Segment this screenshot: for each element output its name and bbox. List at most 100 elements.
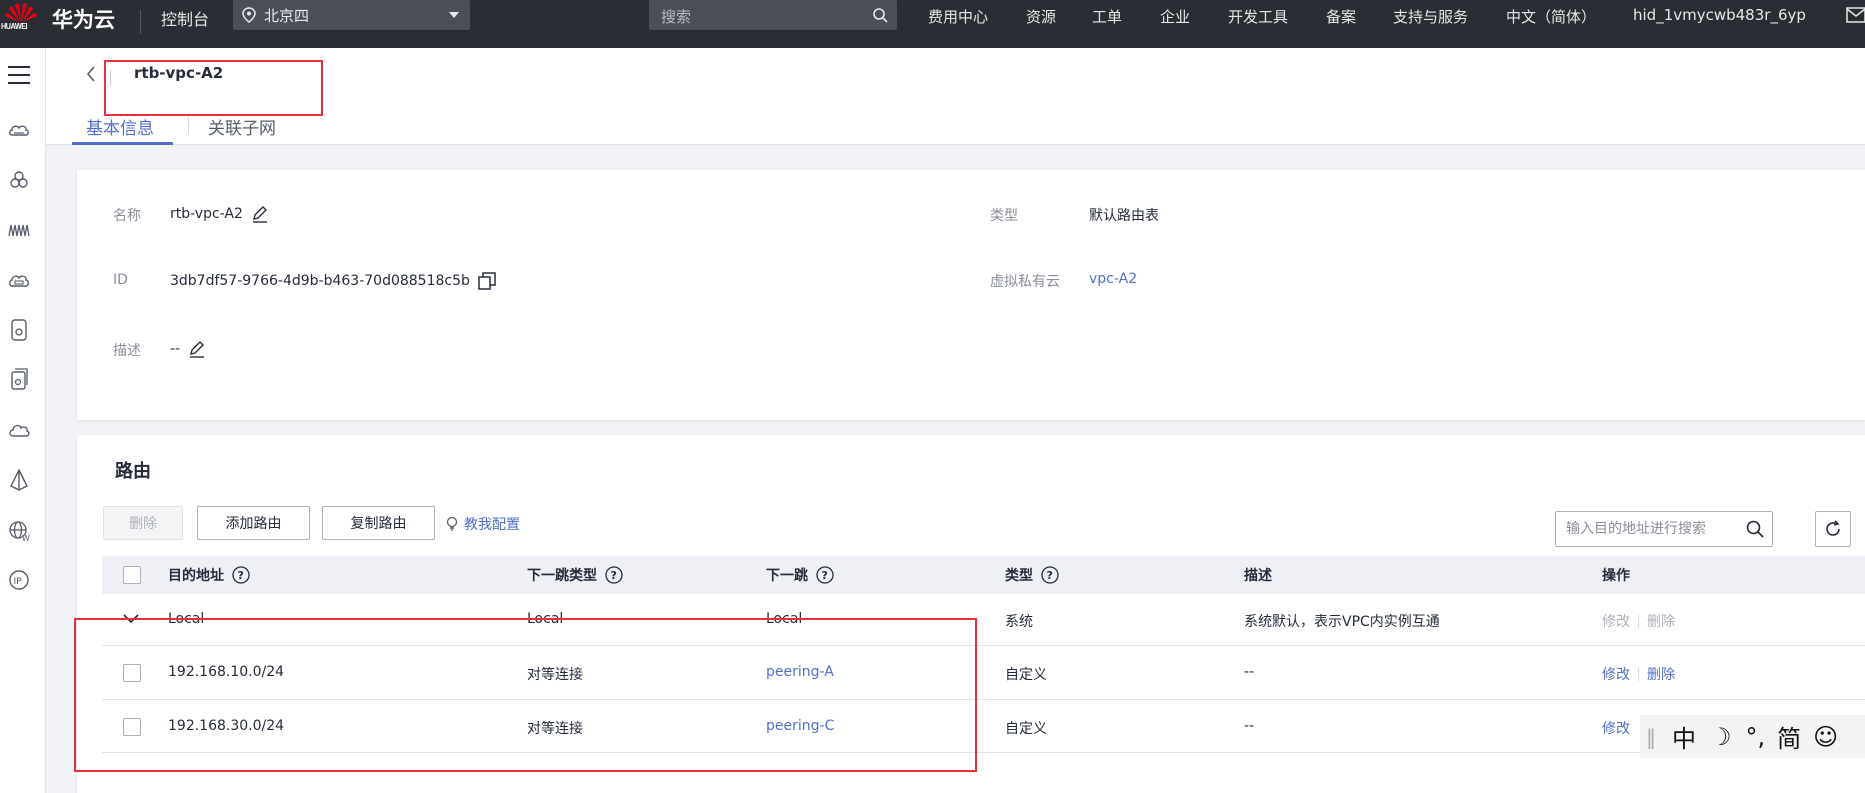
- next-hop-link[interactable]: peering-C: [766, 718, 834, 734]
- nav-resources[interactable]: 资源: [1026, 6, 1056, 27]
- back-icon[interactable]: [86, 66, 96, 87]
- delete-button[interactable]: 删除: [103, 506, 183, 540]
- menu-icon[interactable]: [4, 60, 34, 90]
- nav-support[interactable]: 支持与服务: [1393, 6, 1468, 27]
- col-description: 描述: [1244, 568, 1272, 584]
- cell-destination: 192.168.30.0/24: [168, 718, 285, 734]
- search-icon[interactable]: [872, 7, 888, 23]
- row-checkbox[interactable]: [123, 664, 141, 682]
- cloud-storage-icon[interactable]: [4, 265, 34, 295]
- search-icon[interactable]: [1746, 520, 1764, 538]
- id-text: 3db7df57-9766-4d9b-b463-70d088518c5b: [170, 273, 470, 289]
- moon-icon[interactable]: ☽: [1710, 723, 1732, 751]
- how-to-configure-text: 教我配置: [464, 517, 520, 533]
- delete-route-link[interactable]: 删除: [1647, 611, 1675, 631]
- region-label: 北京四: [264, 7, 310, 25]
- nav-icp-filing[interactable]: 备案: [1326, 6, 1356, 27]
- type-label: 类型: [990, 208, 1018, 224]
- edit-route-link[interactable]: 修改: [1602, 664, 1630, 684]
- nav-tickets[interactable]: 工单: [1092, 6, 1122, 27]
- logo-text: HUAWEI: [1, 22, 28, 31]
- svg-text:W: W: [22, 534, 30, 542]
- vpc-label: 虚拟私有云: [990, 274, 1060, 290]
- tab-basic-info[interactable]: 基本信息: [86, 114, 154, 139]
- page-header: rtb-vpc-A2 基本信息 关联子网: [46, 48, 1865, 145]
- brand-name[interactable]: 华为云: [52, 4, 115, 34]
- ime-mode[interactable]: 中: [1672, 719, 1696, 754]
- region-selector[interactable]: 北京四: [233, 0, 470, 30]
- refresh-icon: [1826, 520, 1840, 536]
- nav-enterprise[interactable]: 企业: [1160, 6, 1190, 27]
- col-next-hop-type: 下一跳类型 ?: [527, 565, 623, 585]
- console-link[interactable]: 控制台: [161, 6, 209, 30]
- service-sidebar: W IP: [0, 48, 46, 793]
- type-value: 默认路由表: [1089, 208, 1159, 224]
- next-hop-link[interactable]: peering-A: [766, 664, 834, 680]
- col-type: 类型 ?: [1005, 565, 1059, 585]
- add-route-button[interactable]: 添加路由: [197, 506, 310, 540]
- svg-text:?: ?: [822, 569, 828, 582]
- huawei-logo[interactable]: HUAWEI: [0, 0, 44, 48]
- nav-dev-tools[interactable]: 开发工具: [1228, 6, 1288, 27]
- route-search: [1555, 511, 1773, 547]
- description-value: --: [170, 340, 206, 358]
- route-search-input[interactable]: [1566, 518, 1736, 540]
- cluster-icon[interactable]: [4, 165, 34, 195]
- chevron-down-icon[interactable]: [123, 614, 139, 624]
- layers-icon[interactable]: [4, 465, 34, 495]
- description-label: 描述: [113, 343, 141, 359]
- nav-account[interactable]: hid_1vmycwb483r_6yp: [1633, 6, 1806, 24]
- cell-description: 系统默认，表示VPC内实例互通: [1244, 614, 1440, 630]
- cell-destination: 192.168.10.0/24: [168, 664, 285, 680]
- row-actions: 修改 删除: [1602, 611, 1675, 631]
- nav-billing[interactable]: 费用中心: [928, 6, 988, 27]
- cell-type: 自定义: [1005, 721, 1047, 737]
- ip-icon[interactable]: IP: [4, 565, 34, 595]
- cell-type: 系统: [1005, 614, 1033, 630]
- cloud-server-icon[interactable]: [4, 115, 34, 145]
- edit-icon[interactable]: [188, 340, 206, 358]
- ime-punctuation[interactable]: °,: [1746, 723, 1766, 751]
- help-icon[interactable]: ?: [1041, 566, 1059, 584]
- id-label: ID: [113, 272, 128, 288]
- cell-type: 自定义: [1005, 667, 1047, 683]
- database-icon[interactable]: [4, 364, 34, 394]
- description-text: --: [170, 341, 181, 357]
- id-value: 3db7df57-9766-4d9b-b463-70d088518c5b: [170, 272, 496, 290]
- ime-handle-icon[interactable]: ‖: [1646, 725, 1664, 749]
- nav-language[interactable]: 中文（简体）: [1506, 6, 1596, 27]
- copy-route-button[interactable]: 复制路由: [322, 506, 435, 540]
- name-text: rtb-vpc-A2: [170, 206, 243, 222]
- emoji-icon[interactable]: ☺: [1813, 723, 1838, 751]
- cell-next-hop: Local: [766, 611, 803, 627]
- ime-script[interactable]: 简: [1777, 719, 1801, 754]
- delete-route-link[interactable]: 删除: [1647, 664, 1675, 684]
- disk-icon[interactable]: [4, 315, 34, 345]
- row-checkbox[interactable]: [123, 718, 141, 736]
- edit-route-link[interactable]: 修改: [1602, 611, 1630, 631]
- tab-associated-subnets[interactable]: 关联子网: [208, 114, 276, 139]
- network-icon[interactable]: [4, 215, 34, 245]
- name-label: 名称: [113, 208, 141, 224]
- copy-icon[interactable]: [478, 272, 496, 290]
- col-destination-label: 目的地址: [168, 568, 224, 584]
- help-icon[interactable]: ?: [816, 566, 834, 584]
- divider: [110, 70, 111, 86]
- mail-icon[interactable]: [1846, 7, 1865, 23]
- help-icon[interactable]: ?: [605, 566, 623, 584]
- vpc-link[interactable]: vpc-A2: [1089, 271, 1137, 287]
- help-icon[interactable]: ?: [232, 566, 250, 584]
- cloud-icon[interactable]: [4, 415, 34, 445]
- table-row: Local Local Local 系统 系统默认，表示VPC内实例互通 修改 …: [102, 594, 1865, 646]
- globe-icon[interactable]: W: [4, 516, 34, 546]
- how-to-configure-link[interactable]: 教我配置: [446, 514, 520, 534]
- edit-route-link[interactable]: 修改: [1602, 718, 1630, 738]
- table-row: 192.168.30.0/24 对等连接 peering-C 自定义 -- 修改: [102, 700, 1865, 753]
- global-search[interactable]: 搜索: [649, 0, 897, 30]
- refresh-button[interactable]: [1815, 511, 1851, 547]
- page-title: rtb-vpc-A2: [134, 64, 224, 82]
- select-all-checkbox[interactable]: [123, 566, 141, 584]
- edit-icon[interactable]: [251, 205, 269, 223]
- col-destination: 目的地址 ?: [168, 565, 250, 585]
- chevron-down-icon: [449, 12, 459, 18]
